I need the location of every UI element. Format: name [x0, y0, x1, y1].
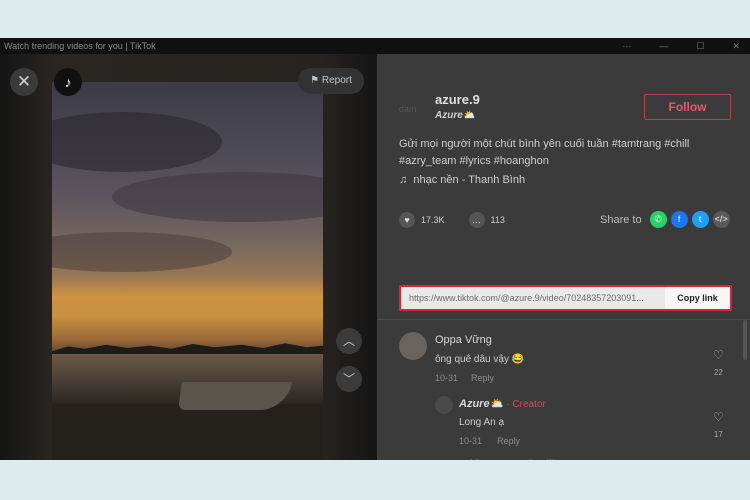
chevron-down-icon[interactable]: ﹀ [336, 366, 362, 392]
comment-date: 10-31 [435, 373, 459, 383]
window-close-button[interactable]: ✕ [732, 38, 740, 54]
creator-avatar[interactable] [435, 396, 453, 414]
title-bar: Watch trending videos for you | TikTok ·… [0, 38, 750, 54]
comment-count: 113 [490, 215, 505, 225]
reply-text: Long An ạ [459, 417, 505, 428]
author-username[interactable]: azure.9 [435, 92, 480, 107]
share-label: Share to [600, 213, 642, 226]
flag-icon: ⚑ [310, 75, 320, 86]
window-maximize-button[interactable]: ☐ [696, 38, 704, 54]
video-link-url[interactable]: https://www.tiktok.com/@azure.9/video/70… [401, 287, 665, 309]
tiktok-window: Watch trending videos for you | TikTok ·… [0, 38, 750, 460]
reply-like[interactable]: ♡ 17 [713, 410, 724, 442]
cloud-shape [52, 232, 232, 272]
comment-author[interactable]: Oppa Vững [435, 334, 492, 346]
follow-button[interactable]: Follow [644, 94, 731, 120]
video-stats: ♥ 17.3K … 113 [399, 212, 505, 228]
like-count: 17.3K [421, 215, 445, 225]
video-player: ✕ ♪ ⚑ Report ︿ ﹀ [0, 54, 377, 460]
whatsapp-icon[interactable]: ✆ [649, 211, 667, 228]
heart-outline-icon: ♡ [713, 410, 724, 424]
window-minimize-button[interactable]: — [659, 38, 668, 54]
report-label: Report [321, 75, 352, 86]
copy-link-box: https://www.tiktok.com/@azure.9/video/70… [399, 285, 732, 311]
author-nickname: Azure⛅ [435, 110, 476, 121]
heart-icon[interactable]: ♥ [399, 212, 415, 228]
video-caption: Gửi mọi người một chút bình yên cuối tuầ… [399, 138, 690, 167]
commenter-avatar[interactable] [399, 332, 427, 360]
report-button[interactable]: ⚑ Report [298, 68, 364, 94]
reply-button[interactable]: Reply [471, 373, 494, 383]
share-row: Share to ✆ f t </> [600, 211, 730, 228]
window-menu-button[interactable]: ··· [622, 38, 631, 54]
video-frame[interactable] [52, 82, 323, 460]
embed-icon[interactable]: </> [712, 211, 730, 228]
music-title: nhạc nền - Thanh Bình [413, 174, 526, 186]
tiktok-logo-icon[interactable]: ♪ [54, 68, 82, 96]
cloud-shape [112, 172, 323, 222]
close-icon[interactable]: ✕ [10, 68, 38, 96]
facebook-icon[interactable]: f [670, 211, 688, 228]
comment-like-count: 22 [713, 368, 723, 377]
music-info[interactable]: ♫ nhạc nền - Thanh Bình [399, 174, 525, 186]
view-more-replies[interactable]: View more replies (9) ⌄ [471, 458, 566, 460]
comment-text: ông quê dâu vậy 😂 [435, 354, 525, 365]
author-avatar[interactable]: dam [399, 96, 429, 122]
window-title: Watch trending videos for you | TikTok [4, 41, 156, 51]
comment-like[interactable]: ♡ 22 [713, 348, 724, 380]
boat [178, 382, 292, 410]
heart-outline-icon: ♡ [713, 348, 724, 362]
reply-like-count: 17 [713, 430, 723, 439]
comment-icon[interactable]: … [468, 212, 485, 228]
window-controls: ··· — ☐ ✕ [622, 38, 740, 54]
video-detail-panel: dam azure.9 Azure⛅ Follow Gửi mọi người … [377, 54, 750, 460]
copy-link-button[interactable]: Copy link [665, 287, 730, 309]
reply-author-name: Azure⛅ [459, 398, 504, 410]
divider [377, 319, 750, 320]
reply-date: 10-31 [459, 436, 483, 446]
cloud-shape [52, 112, 222, 172]
foreground-grass [52, 404, 323, 460]
sunset-glow [52, 278, 323, 318]
twitter-icon[interactable]: t [691, 211, 709, 228]
reply-author[interactable]: Azure⛅ · Creator [459, 397, 546, 410]
creator-badge: · Creator [506, 399, 546, 410]
chevron-up-icon[interactable]: ︿ [336, 328, 362, 354]
reply-button[interactable]: Reply [497, 436, 520, 446]
comments-scrollbar[interactable] [743, 320, 747, 360]
music-note-icon: ♫ [399, 174, 408, 186]
